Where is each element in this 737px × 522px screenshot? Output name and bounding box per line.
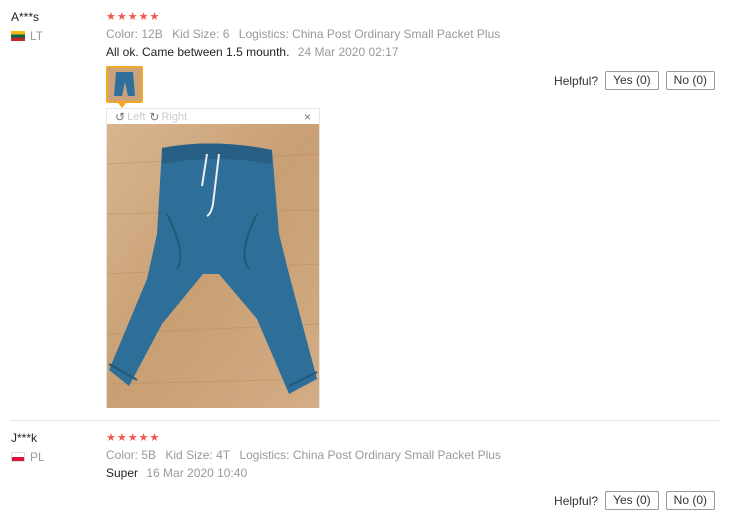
helpful-vote: Helpful? Yes (0) No (0) [554,491,715,510]
review-photo-thumbnail[interactable] [106,66,143,103]
rotate-right-icon: ↻ [149,109,160,124]
reviewer-name: A***s [11,10,40,24]
review-item: A***s LT ★ ★ ★ ★ ★ Color: 12B Kid Size: … [0,0,737,420]
logistics-value: China Post Ordinary Small Packet Plus [292,448,501,462]
logistics-label: Logistics: [238,27,289,41]
rotate-right-button[interactable]: ↻ Right [149,110,187,124]
order-attributes: Color: 5B Kid Size: 4T Logistics: China … [106,448,507,462]
star-icon: ★ [138,11,149,23]
review-text: All ok. Came between 1.5 mounth. [106,45,290,59]
star-icon: ★ [127,432,138,444]
rotate-left-icon: ↺ [115,109,126,124]
helpful-yes-button[interactable]: Yes (0) [605,491,659,510]
review-feedback: Super 16 Mar 2020 10:40 [106,466,247,480]
rotate-left-label: Left [127,110,146,123]
review-text: Super [106,466,139,480]
color-label: Color: [106,448,139,462]
logistics-value: China Post Ordinary Small Packet Plus [292,27,501,41]
review-photo [107,124,319,408]
color-value: 12B [141,27,163,41]
kid-size-label: Kid Size: [172,27,220,41]
close-icon[interactable]: × [304,110,311,124]
viewer-toolbar: ↺ Left ↻ Right × [107,109,319,125]
pants-thumbnail-image [108,68,141,101]
star-icon: ★ [116,432,127,444]
helpful-yes-button[interactable]: Yes (0) [605,71,659,90]
kid-size-value: 6 [222,27,230,41]
helpful-no-button[interactable]: No (0) [665,491,715,510]
helpful-label: Helpful? [554,493,599,508]
rotate-left-button[interactable]: ↺ Left [115,110,145,124]
flag-poland-icon [11,452,25,462]
rotate-right-label: Right [161,110,188,123]
reviewer-name: J***k [11,431,38,445]
logistics-label: Logistics: [239,448,290,462]
star-icon: ★ [106,432,116,444]
star-rating: ★ ★ ★ ★ ★ [106,433,159,444]
color-value: 5B [141,448,157,462]
star-icon: ★ [149,11,160,23]
color-label: Color: [106,27,139,41]
review-feedback: All ok. Came between 1.5 mounth. 24 Mar … [106,45,399,59]
star-icon: ★ [116,11,127,23]
helpful-vote: Helpful? Yes (0) No (0) [554,71,715,90]
star-icon: ★ [127,11,138,23]
star-rating: ★ ★ ★ ★ ★ [106,12,159,23]
star-icon: ★ [138,432,149,444]
country-code: LT [30,29,44,43]
review-date: 16 Mar 2020 10:40 [146,466,248,480]
country-code: PL [30,450,45,464]
helpful-label: Helpful? [554,73,599,88]
reviewer-country: LT [11,29,43,43]
kid-size-value: 4T [216,448,231,462]
order-attributes: Color: 12B Kid Size: 6 Logistics: China … [106,27,506,41]
review-item: J***k PL ★ ★ ★ ★ ★ Color: 5B Kid Size: 4… [0,421,737,522]
kid-size-label: Kid Size: [165,448,213,462]
photo-viewer: ↺ Left ↻ Right × [106,108,320,408]
helpful-no-button[interactable]: No (0) [665,71,715,90]
reviewer-country: PL [11,450,45,464]
flag-lithuania-icon [11,31,25,41]
star-icon: ★ [149,432,160,444]
review-date: 24 Mar 2020 02:17 [297,45,399,59]
star-icon: ★ [106,11,116,23]
